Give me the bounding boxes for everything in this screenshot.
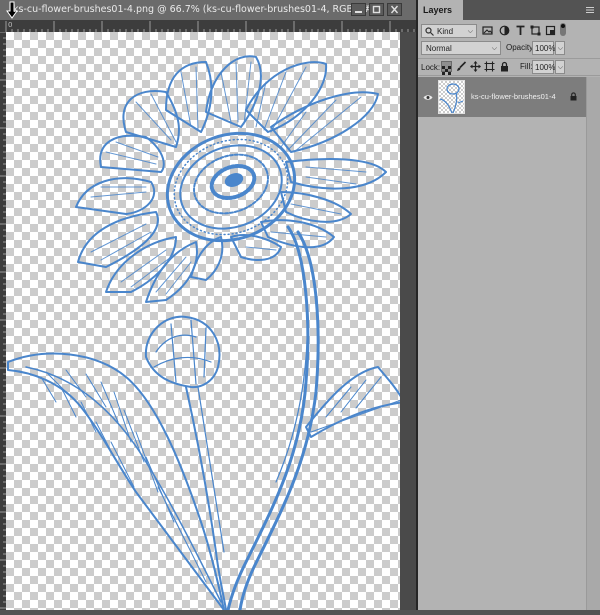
minimize-icon (355, 11, 362, 13)
blend-row: Normal ⌵ Opacity: 100% ⌵ (418, 40, 600, 57)
flower-stem (226, 225, 320, 610)
lock-transparent-pixels-button[interactable] (441, 61, 452, 75)
opacity-label: Opacity: (506, 43, 536, 52)
fill-field[interactable]: 100% (532, 60, 556, 74)
panel-menu-icon[interactable] (586, 6, 594, 14)
lock-image-pixels-icon[interactable] (456, 61, 467, 72)
vertical-scrollbar[interactable] (400, 32, 416, 610)
filter-kind-value: Kind (437, 27, 454, 36)
chevron-down-icon: ⌵ (467, 28, 473, 35)
filter-adjustment-icon[interactable] (499, 25, 510, 36)
eye-icon[interactable] (423, 94, 433, 101)
filter-shape-icon[interactable] (530, 25, 541, 36)
filter-pixel-icon[interactable] (482, 25, 493, 36)
close-icon (390, 5, 399, 14)
panel-header: Layers (418, 0, 600, 20)
lock-artboard-icon[interactable] (484, 61, 495, 72)
search-icon (425, 27, 434, 36)
blend-mode-value: Normal (426, 44, 452, 53)
opacity-value: 100% (535, 44, 556, 53)
checkerboard-icon (442, 66, 451, 75)
canvas[interactable] (6, 32, 400, 610)
layer-thumbnail[interactable] (438, 80, 465, 114)
chevron-down-icon: ⌵ (557, 64, 563, 71)
filter-type-icon[interactable] (515, 25, 526, 36)
flower-artwork (7, 55, 400, 610)
blend-mode-select[interactable]: Normal ⌵ (421, 41, 501, 55)
ruler-label: 0 (8, 21, 13, 29)
fill-value: 100% (535, 63, 556, 72)
document-tab[interactable]: ks-cu-flower-brushes01-4.png @ 66.7% (ks… (0, 0, 416, 21)
layers-panel: Layers Kind ⌵ Normal ⌵ Opacity: 100% ⌵ L… (418, 0, 600, 610)
document-title: ks-cu-flower-brushes01-4.png @ 66.7% (ks… (13, 4, 382, 15)
flower-thumbnail-icon (439, 83, 464, 114)
chevron-down-icon: ⌵ (491, 45, 497, 52)
maximize-button[interactable] (369, 3, 384, 16)
lock-all-icon[interactable] (499, 61, 510, 72)
layer-row[interactable]: ks-cu-flower-brushes01-4 (418, 77, 586, 117)
fill-dropdown[interactable]: ⌵ (555, 60, 565, 74)
filter-kind-select[interactable]: Kind ⌵ (421, 24, 477, 38)
opacity-field[interactable]: 100% (532, 41, 556, 55)
right-leaf (305, 366, 400, 438)
fill-label: Fill: (520, 62, 533, 71)
minimize-button[interactable] (351, 3, 366, 16)
chevron-down-icon: ⌵ (557, 45, 563, 52)
lock-position-icon[interactable] (470, 61, 481, 72)
layer-name[interactable]: ks-cu-flower-brushes01-4 (471, 92, 556, 101)
horizontal-ruler[interactable]: 0 (0, 20, 416, 33)
left-leaf (7, 352, 225, 610)
document-window: ks-cu-flower-brushes01-4.png @ 66.7% (ks… (0, 0, 416, 610)
filter-smart-object-icon[interactable] (545, 25, 556, 36)
maximize-icon (372, 5, 381, 14)
lock-label: Lock: (421, 63, 441, 72)
tab-layers[interactable]: Layers (418, 0, 463, 20)
opacity-dropdown[interactable]: ⌵ (555, 41, 565, 55)
filter-toggle-knob (561, 24, 565, 28)
close-button[interactable] (387, 3, 402, 16)
layer-locked-icon (570, 92, 577, 101)
panel-scrollbar[interactable] (586, 77, 600, 610)
